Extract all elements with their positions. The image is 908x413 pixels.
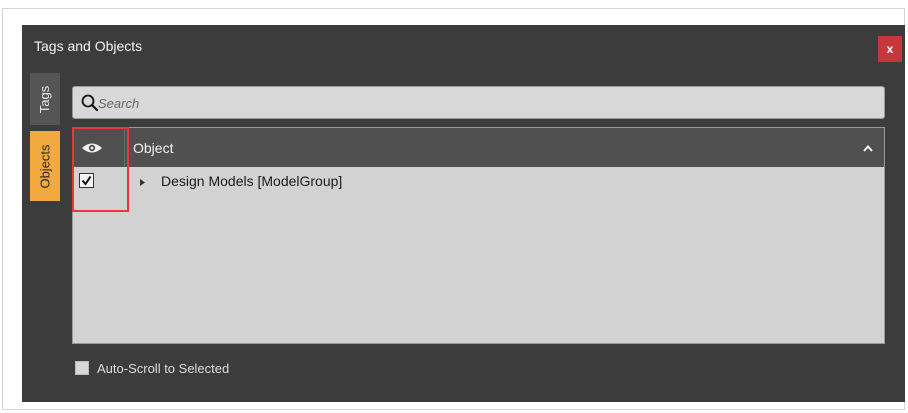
eye-icon[interactable] [81,142,103,154]
tab-objects[interactable]: Objects [30,131,60,201]
close-button[interactable]: x [878,36,902,62]
panel-title: Tags and Objects [34,38,143,54]
search-box [72,86,885,119]
search-icon [81,94,99,112]
chevron-up-icon[interactable] [863,145,873,152]
tab-objects-label: Objects [37,143,53,189]
table-row[interactable]: Design Models [ModelGroup] [73,169,884,195]
auto-scroll-label: Auto-Scroll to Selected [97,360,230,376]
checkmark-icon [81,175,92,186]
auto-scroll-checkbox[interactable] [75,361,89,375]
visibility-checkbox[interactable] [79,173,94,188]
column-divider[interactable] [124,128,125,167]
row-label: Design Models [ModelGroup] [161,173,343,189]
grid-header: Object [73,128,884,167]
tags-and-objects-panel: Tags and Objects x Tags Objects Object [22,25,905,402]
object-grid: Object Design Models [ModelGroup] [72,127,885,344]
tab-tags[interactable]: Tags [30,73,60,125]
expand-arrow-icon[interactable] [140,179,145,186]
search-input[interactable] [98,93,858,113]
column-header-object[interactable]: Object [133,140,173,156]
tab-tags-label: Tags [37,85,53,113]
auto-scroll-option[interactable]: Auto-Scroll to Selected [75,359,229,377]
